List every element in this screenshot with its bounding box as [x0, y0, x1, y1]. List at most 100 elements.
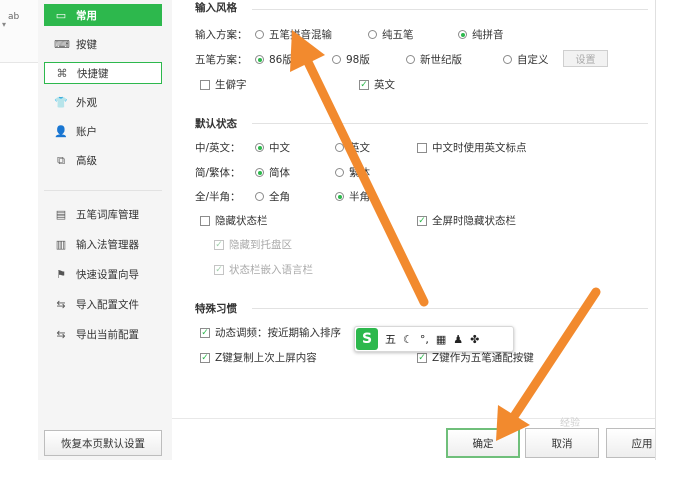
sogou-logo-icon[interactable]: S [356, 328, 378, 350]
option-label: 全角 [269, 191, 290, 203]
dynamic-adjust-checkbox[interactable]: ✓ 动态调频：按近期输入排序 [200, 325, 341, 340]
width-option-full[interactable]: 全角 [255, 189, 290, 204]
lang-label: 中/英文： [195, 142, 241, 154]
keyboard-icon[interactable]: ▦ [436, 333, 446, 346]
radio-selected-icon [255, 168, 264, 177]
script-option-simplified[interactable]: 简体 [255, 165, 290, 180]
layers-icon: ⧉ [57, 153, 65, 167]
wubi-option-86[interactable]: 86版 [255, 52, 293, 67]
monitor-icon: ▭ [55, 8, 67, 22]
sidebar-item-label: 高级 [76, 154, 97, 167]
radio-icon [368, 30, 377, 39]
sidebar-item-ime-manager[interactable]: ▥ 输入法管理器 [44, 233, 162, 255]
z-key-wildcard-checkbox[interactable]: ✓ Z键作为五笔通配按键 [417, 350, 534, 365]
option-label: 生僻字 [215, 79, 247, 91]
checkmark-icon: ✓ [200, 327, 210, 338]
option-label: 英文 [374, 79, 395, 91]
sidebar-item-appearance[interactable]: 👕 外观 [44, 91, 162, 113]
sidebar-item-label: 导出当前配置 [76, 328, 139, 341]
ok-button[interactable]: 确定 [446, 428, 520, 458]
sidebar-item-quick-setup[interactable]: ⚑ 快速设置向导 [44, 263, 162, 285]
option-label: 繁体 [349, 167, 370, 179]
radio-icon [503, 55, 512, 64]
sidebar-item-wubi-dictionary[interactable]: ▤ 五笔词库管理 [44, 203, 162, 225]
user-icon: 👤 [54, 124, 68, 138]
option-label: Z键作为五笔通配按键 [432, 352, 534, 364]
english-checkbox[interactable]: ✓ 英文 [359, 77, 395, 92]
option-label: 新世纪版 [420, 54, 462, 66]
sidebar-item-label: 快捷键 [77, 67, 109, 80]
section-divider [252, 9, 648, 10]
radio-icon [332, 55, 341, 64]
lang-option-english[interactable]: 英文 [335, 140, 370, 155]
tools-icon[interactable]: ✤ [470, 333, 479, 346]
wubi-option-98[interactable]: 98版 [332, 52, 370, 67]
lang-option-chinese[interactable]: 中文 [255, 140, 290, 155]
checkmark-icon: ✓ [200, 352, 210, 363]
radio-icon [255, 30, 264, 39]
option-label: 86版 [269, 54, 293, 66]
sidebar-item-common[interactable]: ▭ 常用 [44, 4, 162, 26]
radio-icon [406, 55, 415, 64]
wubi-mode-toggle[interactable]: 五 [385, 331, 396, 347]
z-key-copy-checkbox[interactable]: ✓ Z键复制上次上屏内容 [200, 350, 317, 365]
radio-selected-icon [335, 192, 344, 201]
option-label: 简体 [269, 167, 290, 179]
cancel-button[interactable]: 取消 [525, 428, 599, 458]
checkmark-icon: ✓ [359, 79, 369, 90]
option-label: Z键复制上次上屏内容 [215, 352, 317, 364]
hide-to-tray-checkbox[interactable]: ✓ 隐藏到托盘区 [214, 237, 292, 252]
wubi-option-new-century[interactable]: 新世纪版 [406, 52, 462, 67]
hide-status-bar-checkbox[interactable]: 隐藏状态栏 [200, 213, 268, 228]
script-option-traditional[interactable]: 繁体 [335, 165, 370, 180]
section-title-special-habits: 特殊习惯 [195, 303, 237, 315]
checkmark-icon: ✓ [214, 239, 224, 250]
sidebar-item-label: 导入配置文件 [76, 298, 139, 311]
edge-divider [655, 0, 656, 460]
section-divider [252, 308, 648, 309]
embed-language-bar-checkbox[interactable]: ✓ 状态栏嵌入语言栏 [214, 262, 313, 277]
section-divider [252, 123, 648, 124]
sidebar-item-keys[interactable]: ⌨ 按键 [44, 33, 162, 55]
option-label: 中文 [269, 142, 290, 154]
checkbox-icon [200, 215, 210, 226]
option-label: 状态栏嵌入语言栏 [229, 264, 313, 276]
sidebar-item-advanced[interactable]: ⧉ 高级 [44, 149, 162, 171]
sidebar-item-label: 快速设置向导 [76, 268, 139, 281]
width-option-half[interactable]: 半角 [335, 189, 370, 204]
option-label: 半角 [349, 191, 370, 203]
window-right-edge [655, 0, 700, 460]
moon-icon[interactable]: ☾ [403, 333, 413, 346]
sidebar-item-account[interactable]: 👤 账户 [44, 120, 162, 142]
ime-status-toolbar[interactable]: S 五 ☾ °, ▦ ♟ ✤ [354, 326, 514, 352]
radio-icon [255, 192, 264, 201]
scheme-option-pure-wubi[interactable]: 纯五笔 [368, 27, 414, 42]
wubi-option-custom[interactable]: 自定义 [503, 52, 549, 67]
checkmark-icon: ✓ [214, 264, 224, 275]
reset-defaults-button[interactable]: 恢复本页默认设置 [44, 430, 162, 456]
chinese-english-punct-checkbox[interactable]: 中文时使用英文标点 [417, 140, 527, 155]
user-icon[interactable]: ♟ [453, 333, 463, 346]
caret-down-icon[interactable]: ▾ [2, 20, 6, 29]
input-scheme-label: 输入方案： [195, 29, 248, 41]
rare-chars-checkbox[interactable]: 生僻字 [200, 77, 247, 92]
checkbox-icon [417, 142, 427, 153]
keyboard-icon: ⌨ [54, 37, 70, 51]
scheme-option-mixed[interactable]: 五笔拼音混输 [255, 27, 332, 42]
sidebar-item-label: 五笔词库管理 [76, 208, 139, 221]
sidebar-item-label: 外观 [76, 96, 97, 109]
sidebar-item-label: 输入法管理器 [76, 238, 139, 251]
sidebar-item-import-config[interactable]: ⇆ 导入配置文件 [44, 293, 162, 315]
scheme-option-pure-pinyin[interactable]: 纯拼音 [458, 27, 504, 42]
sidebar-item-label: 按键 [76, 38, 97, 51]
sidebar-item-shortcuts[interactable]: ⌘ 快捷键 [44, 62, 162, 84]
option-label: 隐藏状态栏 [215, 215, 268, 227]
punctuation-icon[interactable]: °, [420, 333, 429, 346]
sidebar-item-label: 常用 [76, 9, 97, 22]
underlying-toolbar-strip: ab ▾ [0, 0, 39, 63]
flag-icon: ⚑ [56, 267, 66, 281]
hide-on-fullscreen-checkbox[interactable]: ✓ 全屏时隐藏状态栏 [417, 213, 516, 228]
wubi-settings-button[interactable]: 设置 [563, 50, 608, 67]
sidebar-item-export-config[interactable]: ⇆ 导出当前配置 [44, 323, 162, 345]
option-label: 五笔拼音混输 [269, 29, 332, 41]
